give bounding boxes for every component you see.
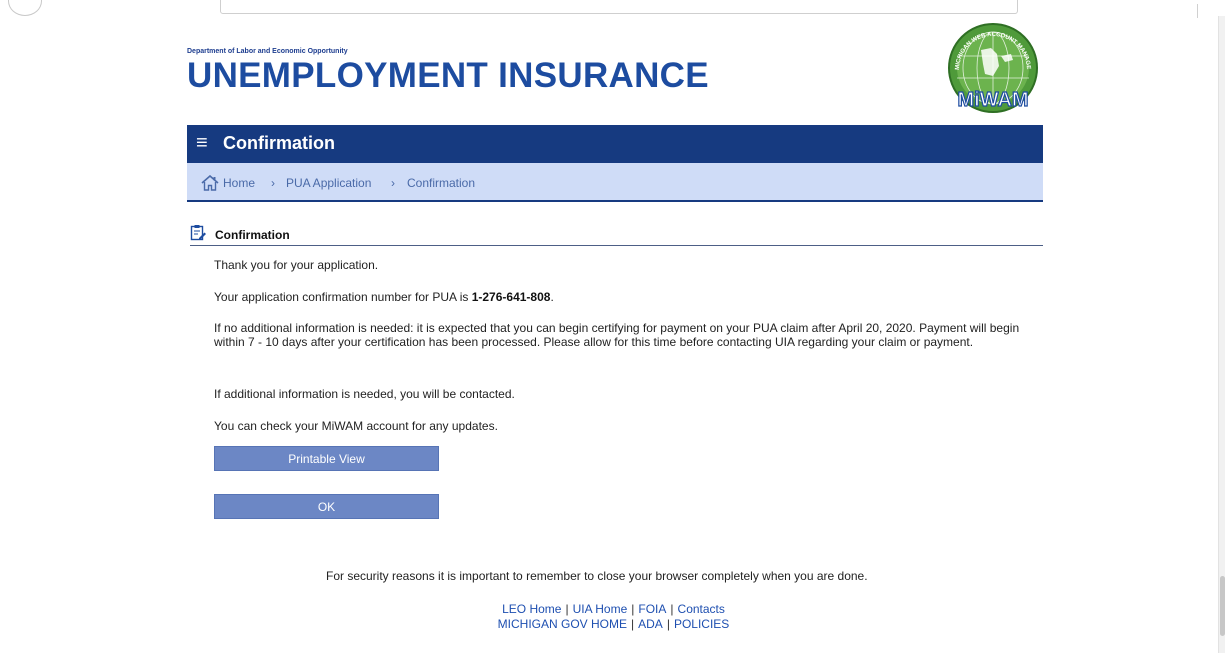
browser-back-button[interactable] bbox=[8, 0, 42, 16]
breadcrumb-pua-application[interactable]: PUA Application bbox=[286, 176, 371, 190]
footer: LEO Home | UIA Home | FOIA | Contacts MICHIGAN… bbox=[0, 602, 1225, 632]
footer-link-policies[interactable]: POLICIES bbox=[674, 617, 729, 631]
footer-separator: | bbox=[565, 602, 569, 616]
confirmation-number: 1-276-641-808 bbox=[471, 290, 551, 304]
page-scrollbar[interactable] bbox=[1218, 16, 1225, 653]
breadcrumb: Home › PUA Application › Confirmation bbox=[187, 163, 1043, 202]
footer-link-foia[interactable]: FOIA bbox=[638, 602, 666, 616]
browser-toolbar bbox=[0, 0, 1225, 18]
miwam-logo[interactable]: MICHIGAN WEB ACCOUNT MANAGER MiWAM bbox=[943, 20, 1043, 114]
breadcrumb-confirmation: Confirmation bbox=[407, 176, 476, 190]
confirmation-number-text: Your application confirmation number for… bbox=[214, 290, 554, 304]
section-header: Confirmation bbox=[190, 222, 1043, 246]
footer-link-ada[interactable]: ADA bbox=[638, 617, 663, 631]
site-header: Department of Labor and Economic Opportu… bbox=[187, 46, 1047, 124]
section-title: Confirmation bbox=[215, 228, 290, 242]
footer-separator: | bbox=[631, 602, 635, 616]
footer-link-contacts[interactable]: Contacts bbox=[678, 602, 725, 616]
logo-text: MiWAM bbox=[957, 89, 1028, 111]
footer-link-uia-home[interactable]: UIA Home bbox=[573, 602, 628, 616]
breadcrumb-separator: › bbox=[391, 176, 395, 190]
footer-links-row: MICHIGAN GOV HOME | ADA | POLICIES bbox=[1, 617, 1225, 632]
footer-separator: | bbox=[631, 617, 635, 631]
footer-links-row: LEO Home | UIA Home | FOIA | Contacts bbox=[1, 602, 1225, 617]
thank-you-text: Thank you for your application. bbox=[214, 258, 379, 272]
browser-address-bar[interactable] bbox=[220, 0, 1018, 14]
security-note: For security reasons it is important to … bbox=[326, 569, 868, 583]
footer-separator: | bbox=[666, 617, 670, 631]
home-icon[interactable] bbox=[201, 175, 219, 191]
ok-button[interactable]: OK bbox=[214, 494, 439, 519]
hamburger-menu-icon[interactable]: ≡ bbox=[196, 132, 208, 154]
page-title-bar: ≡ Confirmation bbox=[187, 125, 1043, 163]
confirmation-suffix: . bbox=[550, 290, 554, 304]
browser-toolbar-divider bbox=[1197, 4, 1198, 18]
footer-link-leo-home[interactable]: LEO Home bbox=[502, 602, 561, 616]
footer-link-michigan-gov-home[interactable]: MICHIGAN GOV HOME bbox=[498, 617, 627, 631]
department-name: Department of Labor and Economic Opportu… bbox=[187, 48, 348, 55]
confirmation-prefix: Your application confirmation number for… bbox=[214, 290, 472, 304]
page-title: Confirmation bbox=[223, 133, 335, 153]
breadcrumb-home[interactable]: Home bbox=[223, 176, 255, 190]
site-title: UNEMPLOYMENT INSURANCE bbox=[187, 56, 709, 95]
account-updates-text: You can check your MiWAM account for any… bbox=[214, 419, 498, 433]
contact-info-text: If additional information is needed, you… bbox=[214, 387, 515, 401]
printable-view-button[interactable]: Printable View bbox=[214, 446, 439, 471]
certification-info-text: If no additional information is needed: … bbox=[214, 321, 1020, 349]
breadcrumb-separator: › bbox=[271, 176, 275, 190]
clipboard-edit-icon bbox=[190, 225, 206, 241]
footer-separator: | bbox=[670, 602, 674, 616]
